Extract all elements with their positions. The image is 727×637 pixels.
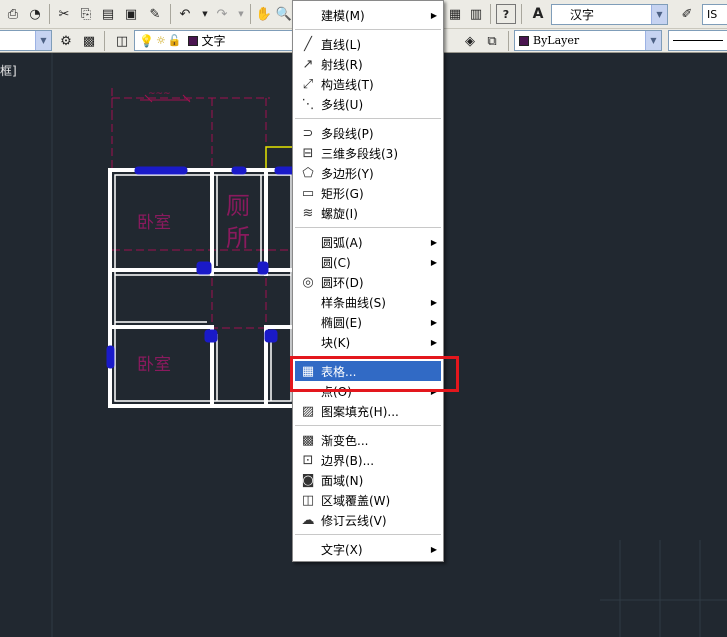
room-label-toilet-1: 厕 <box>226 192 250 220</box>
redo-dropdown-icon[interactable]: ▼ <box>231 4 251 24</box>
menu-item-polyline[interactable]: ⊃ 多段线(P) <box>295 123 441 143</box>
menu-item-donut[interactable]: ◎ 圆环(D) <box>295 272 441 292</box>
dim-style-value: IS <box>707 8 718 21</box>
menu-item-rectangle[interactable]: ▭ 矩形(G) <box>295 183 441 203</box>
linetype-preview <box>673 40 723 41</box>
submenu-arrow-icon: ▶ <box>430 257 437 267</box>
layer-color-swatch <box>187 35 198 46</box>
donut-icon: ◎ <box>302 274 314 290</box>
zoom-icon[interactable]: 🔍 <box>274 4 294 24</box>
menu-item-construction-line[interactable]: ⤢ 构造线(T) <box>295 74 441 94</box>
paste-icon[interactable]: ▤ <box>98 4 118 24</box>
viewport-label[interactable]: 框] <box>0 62 17 79</box>
layer-previous-icon[interactable]: ◈ <box>460 31 480 51</box>
submenu-arrow-icon: ▶ <box>430 10 437 20</box>
layer-manager-icon[interactable]: ◫ <box>112 31 132 51</box>
menu-item-3d-polyline[interactable]: ⊟ 三维多段线(3) <box>295 143 441 163</box>
wipeout-icon: ◫ <box>301 492 315 508</box>
polygon-icon: ⬠ <box>302 165 314 181</box>
help-icon[interactable]: ? <box>496 4 516 24</box>
menu-item-revcloud[interactable]: ☁ 修订云线(V) <box>295 510 441 530</box>
layer-states-icon[interactable]: ⧉ <box>482 31 502 51</box>
publish-icon[interactable]: ⎙ <box>3 4 23 24</box>
annotation-highlight-box <box>290 356 459 392</box>
helix-icon: ≋ <box>302 205 314 221</box>
color-select[interactable]: ByLayer ▼ <box>514 30 662 51</box>
layer-select[interactable]: 💡 ☼ 🔓 文字 <box>134 30 294 51</box>
menu-item-gradient[interactable]: ▩ 渐变色... <box>295 430 441 450</box>
submenu-arrow-icon: ▶ <box>430 297 437 307</box>
menu-item-hatch[interactable]: ▨ 图案填充(H)... <box>295 401 441 421</box>
line-icon: ╱ <box>304 36 312 52</box>
chevron-down-icon: ▼ <box>651 5 667 24</box>
brush-icon[interactable]: ✎ <box>145 4 165 24</box>
menu-item-multiline[interactable]: ⋱ 多线(U) <box>295 94 441 114</box>
text-style-icon[interactable]: A <box>528 4 548 24</box>
color-swatch <box>519 35 529 46</box>
boundary-icon: ⊡ <box>302 452 314 468</box>
menu-item-spline[interactable]: 样条曲线(S) ▶ <box>295 292 441 312</box>
settings-icon[interactable]: ⚙ <box>56 31 76 51</box>
revcloud-icon: ☁ <box>301 512 315 528</box>
chevron-down-icon: ▼ <box>35 31 51 50</box>
redo-icon[interactable]: ↷ <box>212 4 232 24</box>
room-label-bedroom-1: 卧室 <box>137 213 171 233</box>
linetype-select[interactable] <box>668 30 727 51</box>
submenu-arrow-icon: ▶ <box>430 337 437 347</box>
dim-style-select[interactable]: IS <box>702 4 727 25</box>
3dpoly-icon: ⊟ <box>302 145 314 161</box>
menu-item-wipeout[interactable]: ◫ 区域覆盖(W) <box>295 490 441 510</box>
lightbulb-icon: 💡 <box>139 33 154 48</box>
menu-item-polygon[interactable]: ⬠ 多边形(Y) <box>295 163 441 183</box>
rectangle-icon: ▭ <box>301 185 315 201</box>
menu-item-block[interactable]: 块(K) ▶ <box>295 332 441 352</box>
submenu-arrow-icon: ▶ <box>430 544 437 554</box>
gradient-icon: ▩ <box>301 432 315 448</box>
dim-style-icon[interactable]: ✐ <box>677 4 697 24</box>
menu-item-helix[interactable]: ≋ 螺旋(I) <box>295 203 441 223</box>
menu-item-line[interactable]: ╱ 直线(L) <box>295 34 441 54</box>
hatch-icon: ▨ <box>301 403 315 419</box>
menu-item-modeling[interactable]: 建模(M) ▶ <box>295 5 441 25</box>
ray-icon: ↗ <box>302 56 314 72</box>
copy-icon[interactable]: ⎘ <box>76 4 96 24</box>
color-value: ByLayer <box>533 34 580 47</box>
menu-item-circle[interactable]: 圆(C) ▶ <box>295 252 441 272</box>
plot-preview-icon[interactable]: ◔ <box>25 4 45 24</box>
cut-icon[interactable]: ✂ <box>54 4 74 24</box>
calculator-icon[interactable]: ▥ <box>466 4 486 24</box>
workspace-select[interactable]: ▼ <box>0 30 52 51</box>
room-label-toilet-2: 所 <box>226 224 250 252</box>
submenu-arrow-icon: ▶ <box>430 317 437 327</box>
undo-icon[interactable]: ↶ <box>175 4 195 24</box>
mline-icon: ⋱ <box>301 96 315 112</box>
svg-text:~~~: ~~~ <box>148 89 171 99</box>
menu-item-text[interactable]: 文字(X) ▶ <box>295 539 441 559</box>
lock-icon: 🔓 <box>167 34 182 47</box>
menu-item-region[interactable]: ◙ 面域(N) <box>295 470 441 490</box>
draw-menu: 建模(M) ▶ ╱ 直线(L) ↗ 射线(R) ⤢ 构造线(T) ⋱ 多线(U) ⊃ 多段线… <box>292 0 444 562</box>
menu-item-boundary[interactable]: ⊡ 边界(B)... <box>295 450 441 470</box>
sun-icon: ☼ <box>155 34 166 47</box>
region-icon: ◙ <box>301 472 315 488</box>
sheet-set-icon[interactable]: ▦ <box>445 4 465 24</box>
match-properties-icon[interactable]: ▣ <box>121 4 141 24</box>
chevron-down-icon: ▼ <box>645 31 661 50</box>
pan-icon[interactable]: ✋ <box>254 4 274 24</box>
menu-item-ray[interactable]: ↗ 射线(R) <box>295 54 441 74</box>
workspace-icon[interactable]: ▩ <box>79 31 99 51</box>
text-style-value: 汉字 <box>570 8 595 22</box>
xline-icon: ⤢ <box>302 76 314 92</box>
menu-item-arc[interactable]: 圆弧(A) ▶ <box>295 232 441 252</box>
room-label-bedroom-2: 卧室 <box>137 355 171 375</box>
layer-value: 文字 <box>201 34 226 48</box>
polyline-icon: ⊃ <box>302 125 314 141</box>
text-style-select[interactable]: 汉字 ▼ <box>551 4 668 25</box>
submenu-arrow-icon: ▶ <box>430 237 437 247</box>
menu-item-ellipse[interactable]: 椭圆(E) ▶ <box>295 312 441 332</box>
